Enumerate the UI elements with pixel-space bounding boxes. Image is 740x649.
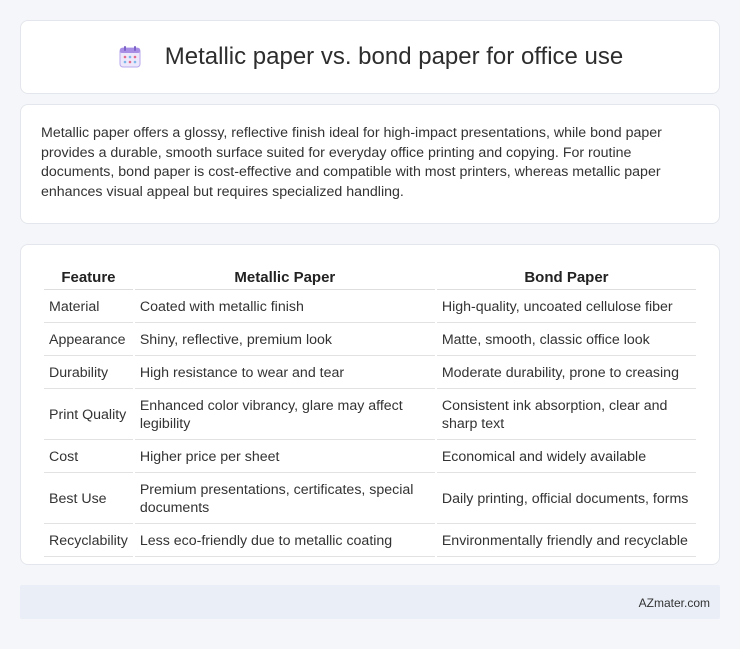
bond-cell: High-quality, uncoated cellulose fiber [436,292,696,323]
feature-cell: Cost [44,442,133,473]
metallic-cell: Coated with metallic finish [134,292,435,323]
feature-cell: Material [44,292,133,323]
metallic-cell: Shiny, reflective, premium look [134,325,435,356]
bond-cell: Moderate durability, prone to creasing [436,358,696,389]
summary-card: Metallic paper offers a glossy, reflecti… [20,104,720,224]
title-card: Metallic paper vs. bond paper for office… [20,20,720,94]
bond-cell: Consistent ink absorption, clear and sha… [436,391,696,440]
metallic-cell: Enhanced color vibrancy, glare may affec… [134,391,435,440]
page-title: Metallic paper vs. bond paper for office… [164,43,624,70]
table-row: Cost Higher price per sheet Economical a… [44,442,696,473]
metallic-cell: Premium presentations, certificates, spe… [134,475,435,524]
table-row: Recyclability Less eco-friendly due to m… [44,526,696,557]
header-feature: Feature [44,265,133,290]
metallic-cell: Higher price per sheet [134,442,435,473]
summary-text: Metallic paper offers a glossy, reflecti… [41,125,662,200]
bond-cell: Environmentally friendly and recyclable [436,526,696,557]
metallic-cell: High resistance to wear and tear [134,358,435,389]
feature-cell: Best Use [44,475,133,524]
bond-cell: Matte, smooth, classic office look [436,325,696,356]
table-row: Best Use Premium presentations, certific… [44,475,696,524]
table-row: Durability High resistance to wear and t… [44,358,696,389]
header-metallic-paper: Metallic Paper [134,265,435,290]
table-row: Print Quality Enhanced color vibrancy, g… [44,391,696,440]
calendar-icon [117,44,143,70]
comparison-table: Feature Metallic Paper Bond Paper Materi… [42,263,698,559]
footer: AZmater.com [20,585,720,619]
bond-cell: Economical and widely available [436,442,696,473]
feature-cell: Recyclability [44,526,133,557]
table-header-row: Feature Metallic Paper Bond Paper [44,265,696,290]
table-row: Material Coated with metallic finish Hig… [44,292,696,323]
feature-cell: Print Quality [44,391,133,440]
feature-cell: Durability [44,358,133,389]
header-bond-paper: Bond Paper [436,265,696,290]
feature-cell: Appearance [44,325,133,356]
footer-site-link[interactable]: AZmater.com [639,596,710,610]
metallic-cell: Less eco-friendly due to metallic coatin… [134,526,435,557]
comparison-table-card: Feature Metallic Paper Bond Paper Materi… [20,244,720,565]
table-row: Appearance Shiny, reflective, premium lo… [44,325,696,356]
bond-cell: Daily printing, official documents, form… [436,475,696,524]
